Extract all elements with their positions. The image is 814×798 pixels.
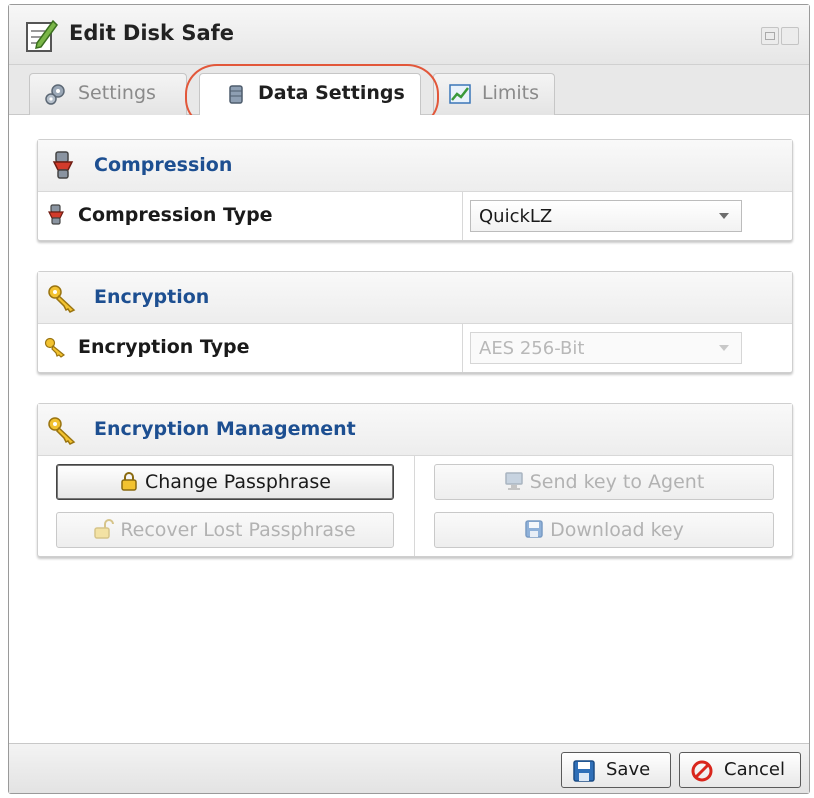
row-divider — [414, 504, 415, 556]
tab-strip: Settings Data Settings Limits — [9, 65, 809, 116]
encryption-header: Encryption — [38, 272, 792, 324]
row-divider — [462, 192, 463, 240]
download-key-label: Download key — [550, 519, 684, 541]
compression-header: Compression — [38, 140, 792, 192]
encryption-type-value: AES 256-Bit — [479, 338, 585, 359]
row-divider — [462, 324, 463, 372]
edit-notepad-icon — [26, 19, 58, 52]
chart-icon — [449, 84, 471, 104]
row-divider — [414, 456, 415, 508]
chevron-down-icon — [719, 345, 729, 351]
maximize-button[interactable] — [761, 27, 779, 45]
maximize-icon — [765, 32, 775, 40]
tab-settings[interactable]: Settings — [29, 73, 187, 115]
save-label: Save — [606, 759, 651, 780]
change-passphrase-label: Change Passphrase — [145, 471, 331, 493]
button-row-1: Change Passphrase Send key to Agent — [38, 456, 792, 508]
keys-icon — [48, 417, 76, 445]
key-small-icon — [44, 337, 66, 358]
cancel-button[interactable]: Cancel — [679, 752, 801, 788]
lock-icon — [121, 472, 137, 491]
save-button[interactable]: Save — [561, 752, 671, 788]
encryption-type-label: Encryption Type — [78, 336, 250, 358]
cancel-label: Cancel — [724, 759, 785, 780]
send-key-button[interactable]: Send key to Agent — [434, 464, 774, 500]
compression-type-select[interactable]: QuickLZ — [470, 200, 742, 232]
change-passphrase-button[interactable]: Change Passphrase — [56, 464, 394, 500]
tab-data-settings[interactable]: Data Settings — [199, 73, 421, 116]
encryption-management-panel: Encryption Management Change Passphrase … — [37, 403, 793, 557]
encryption-heading: Encryption — [94, 286, 210, 308]
encryption-management-header: Encryption Management — [38, 404, 792, 456]
recover-passphrase-button[interactable]: Recover Lost Passphrase — [56, 512, 394, 548]
floppy-disk-icon — [525, 520, 543, 538]
close-button[interactable] — [781, 27, 799, 45]
tab-content: Compression Compression Type QuickLZ Enc… — [9, 115, 809, 743]
tab-settings-label: Settings — [78, 82, 156, 104]
title-bar[interactable]: Edit Disk Safe — [9, 5, 809, 65]
encryption-type-select[interactable]: AES 256-Bit — [470, 332, 742, 364]
computer-icon — [504, 472, 523, 490]
download-key-button[interactable]: Download key — [434, 512, 774, 548]
compression-type-label: Compression Type — [78, 204, 273, 226]
floppy-disk-icon — [573, 760, 595, 782]
button-row-2: Recover Lost Passphrase Download key — [38, 504, 792, 556]
compression-panel: Compression Compression Type QuickLZ — [37, 139, 793, 241]
tab-data-settings-label: Data Settings — [258, 82, 405, 104]
compression-type-row: Compression Type QuickLZ — [38, 192, 792, 240]
encryption-panel: Encryption Encryption Type AES 256-Bit — [37, 271, 793, 373]
encryption-type-row: Encryption Type AES 256-Bit — [38, 324, 792, 372]
tab-limits[interactable]: Limits — [433, 73, 555, 115]
encryption-management-heading: Encryption Management — [94, 418, 356, 440]
compression-heading: Compression — [94, 154, 233, 176]
chevron-down-icon — [719, 213, 729, 219]
dialog-footer: Save Cancel — [9, 743, 809, 793]
window-title: Edit Disk Safe — [69, 21, 235, 45]
tab-limits-label: Limits — [482, 82, 539, 104]
edit-disk-safe-window: Edit Disk Safe Settings Data Settings Li… — [8, 4, 810, 794]
send-key-label: Send key to Agent — [529, 471, 705, 493]
compression-icon — [52, 151, 74, 179]
database-icon — [229, 85, 243, 104]
recover-passphrase-label: Recover Lost Passphrase — [120, 519, 356, 541]
keys-icon — [48, 285, 76, 313]
unlock-icon — [94, 519, 115, 539]
gears-icon — [45, 84, 65, 105]
compression-type-value: QuickLZ — [479, 206, 553, 227]
cancel-icon — [691, 760, 713, 782]
compression-small-icon — [48, 204, 64, 225]
